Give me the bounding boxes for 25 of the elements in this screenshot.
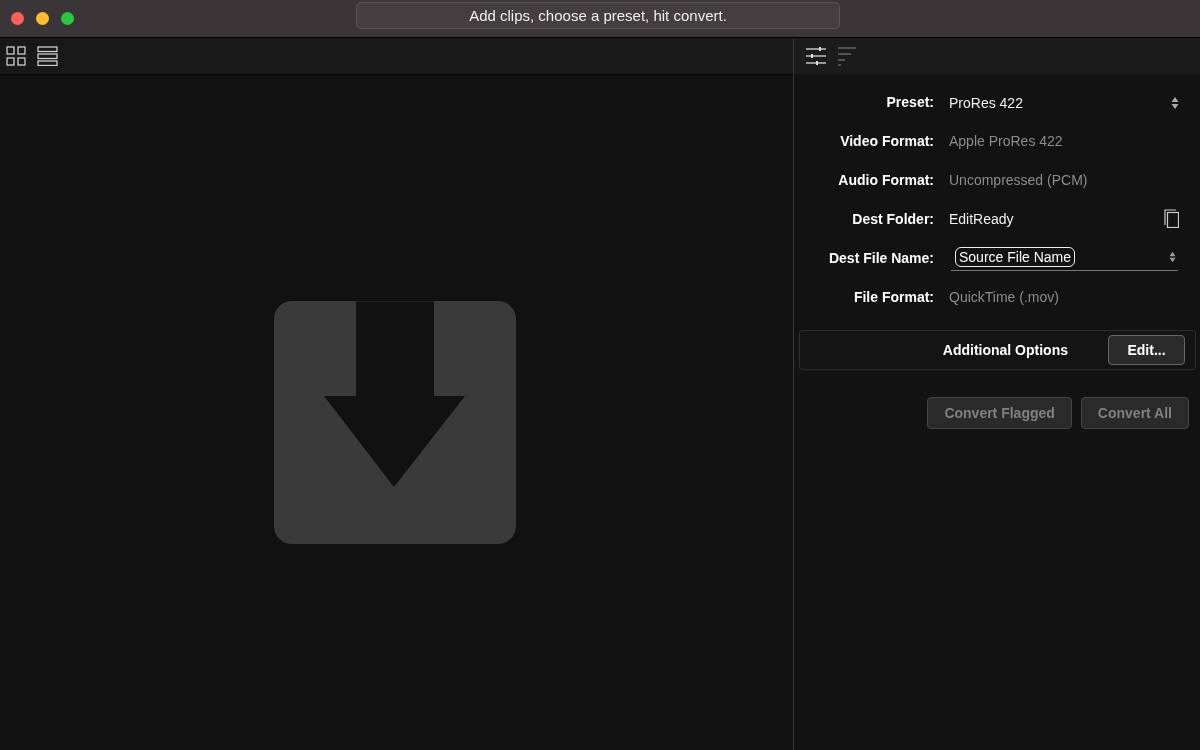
options-label: Additional Options [942, 342, 1068, 358]
folder-browse-icon[interactable] [1164, 209, 1179, 228]
field-label: Audio Format: [837, 171, 934, 188]
minimize-button[interactable] [36, 12, 49, 25]
field-label: File Format: [852, 288, 934, 305]
field-value: QuickTime (.mov) [949, 288, 1059, 305]
drop-clips-icon [273, 301, 516, 544]
list-view-icon[interactable] [37, 46, 58, 66]
window-title: Add clips, choose a preset, hit convert. [356, 2, 840, 29]
edit-button[interactable]: Edit... [1108, 335, 1185, 365]
close-button[interactable] [11, 12, 24, 25]
field-label: Preset: [885, 93, 934, 110]
field-label: Video Format: [839, 132, 934, 149]
field-label: Dest Folder: [851, 210, 934, 227]
stepper-arrows-icon [1171, 96, 1179, 110]
zoom-button[interactable] [61, 12, 74, 25]
folder-value: EditReady [949, 210, 1014, 227]
sliders-icon[interactable] [805, 46, 827, 66]
preset-popup[interactable]: ProRes 422 [949, 92, 1179, 111]
field-value: Uncompressed (PCM) [949, 171, 1088, 188]
field-label: Dest File Name: [827, 249, 934, 266]
field-value: Apple ProRes 422 [949, 132, 1063, 149]
grid-view-icon[interactable] [6, 46, 26, 66]
file-name-field[interactable]: Source File Name [951, 244, 1178, 271]
stepper-arrows-icon [1169, 251, 1176, 263]
